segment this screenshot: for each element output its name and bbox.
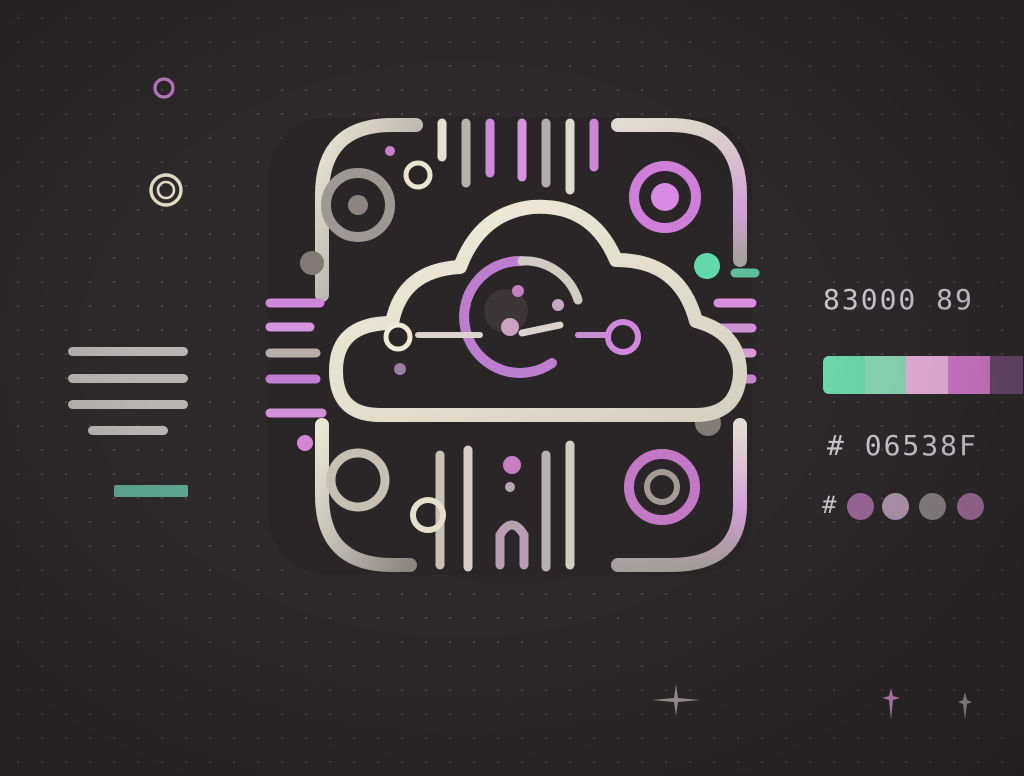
dot-row-prefix: # — [822, 491, 839, 519]
palette-swatch-mint — [823, 356, 865, 394]
swatch-dot-1 — [847, 493, 874, 520]
palette-swatch-magenta — [948, 356, 990, 394]
palette-swatch-light-mint — [864, 356, 907, 394]
small-circle-icon-mid — [149, 173, 183, 207]
palette-swatch-pink — [906, 356, 949, 394]
sparkle-icon-3 — [958, 692, 972, 720]
hex-code-label: # 06538F — [827, 429, 978, 462]
sparkle-icon-1 — [652, 684, 700, 716]
palette-swatch-plum — [989, 356, 1023, 394]
color-palette-bar — [823, 356, 1023, 394]
sparkle-icon-2 — [882, 688, 900, 720]
cloud-circuit-app-icon — [255, 117, 775, 600]
canvas: 83000 89 # 06538F # — [0, 0, 1024, 776]
swatch-dot-4 — [957, 493, 984, 520]
swatch-dot-2 — [882, 493, 909, 520]
small-circle-icon-top — [153, 77, 175, 99]
swatch-dot-3 — [919, 493, 946, 520]
number-label: 83000 89 — [823, 283, 974, 316]
